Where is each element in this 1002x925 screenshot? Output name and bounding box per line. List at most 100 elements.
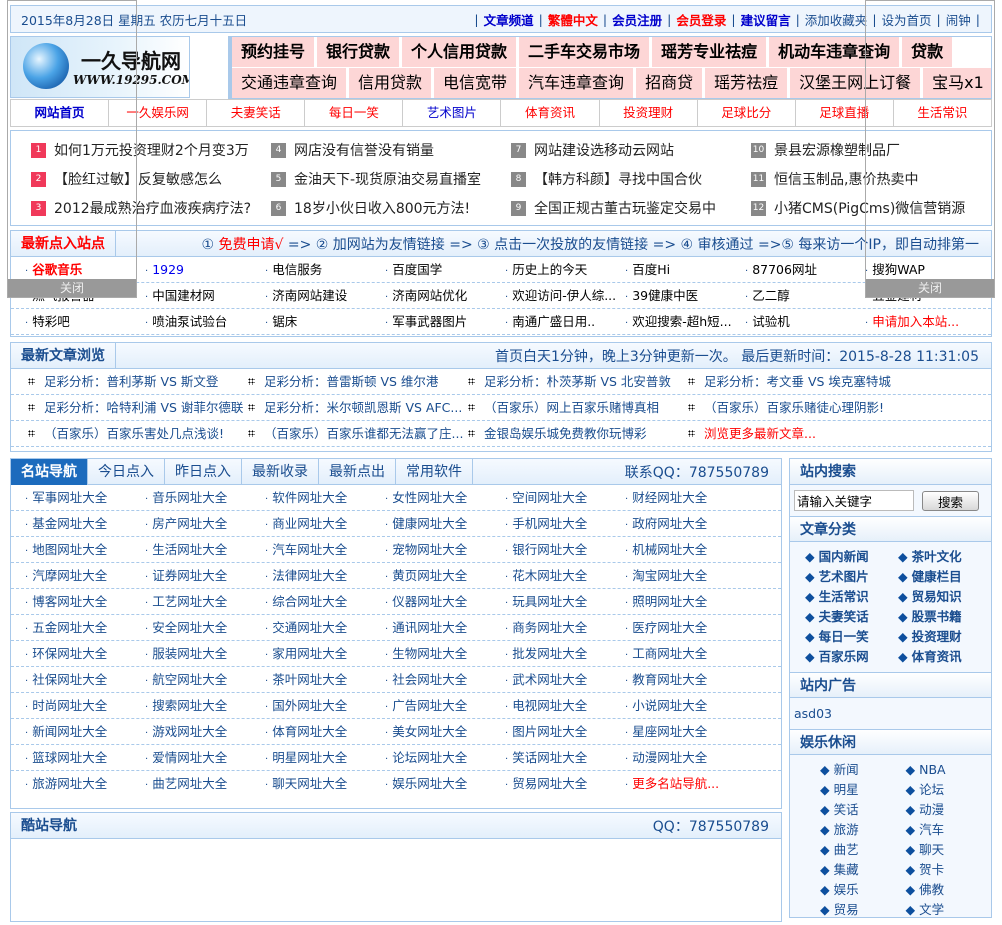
hot-item[interactable]: 5 金油天下-现货原油交易直播室 [271, 169, 481, 189]
site-link[interactable]: · 试验机 [745, 309, 790, 337]
category-link[interactable]: · 社会网址大全 [385, 667, 467, 695]
tab[interactable]: 最新点出 [319, 459, 396, 485]
category-item[interactable]: ◆ 国内新闻 [805, 548, 898, 566]
close-button[interactable]: 关闭 [866, 279, 994, 297]
site-link[interactable]: · 百度Hi [625, 257, 670, 285]
site-link[interactable]: · 特彩吧 [25, 309, 70, 337]
category-link[interactable]: · 照明网址大全 [625, 589, 707, 617]
category-link[interactable]: · 女性网址大全 [385, 485, 467, 513]
category-link[interactable]: · 广告网址大全 [385, 693, 467, 721]
category-link[interactable]: · 黄页网址大全 [385, 563, 467, 591]
category-item[interactable]: ◆ 贸易知识 [898, 588, 991, 606]
site-link[interactable]: · 南通广盛日用.. [505, 309, 595, 337]
category-item[interactable]: ◆ 投资理财 [898, 628, 991, 646]
category-item[interactable]: ◆ 艺术图片 [805, 568, 898, 586]
category-link[interactable]: · 音乐网址大全 [145, 485, 227, 513]
hot-item[interactable]: 6 18岁小伙日收入800元方法! [271, 198, 470, 218]
fun-item[interactable]: ◆ 娱乐 [820, 881, 906, 899]
fun-item[interactable]: ◆ 旅游 [820, 821, 906, 839]
category-link[interactable]: · 证券网址大全 [145, 563, 227, 591]
category-item[interactable]: ◆ 生活常识 [805, 588, 898, 606]
category-link[interactable]: · 笑话网址大全 [505, 745, 587, 773]
top-link[interactable]: 文章频道 [484, 10, 534, 29]
fun-item[interactable]: ◆ 曲艺 [820, 841, 906, 859]
ad-link[interactable]: 信用贷款 [349, 68, 432, 98]
hot-item[interactable]: 4 网店没有信誉没有销量 [271, 140, 434, 160]
category-link[interactable]: · 小说网址大全 [625, 693, 707, 721]
search-input[interactable] [794, 490, 914, 511]
category-link[interactable]: · 基金网址大全 [25, 511, 107, 539]
category-item[interactable]: ◆ 百家乐网 [805, 648, 898, 666]
hot-item[interactable]: 7 网站建设选移动云网站 [511, 140, 674, 160]
category-link[interactable]: · 批发网址大全 [505, 641, 587, 669]
category-link[interactable]: · 法律网址大全 [265, 563, 347, 591]
category-link[interactable]: · 茶叶网址大全 [265, 667, 347, 695]
category-link[interactable]: · 安全网址大全 [145, 615, 227, 643]
article-link[interactable]: （百家乐）网上百家乐赌博真相 [468, 395, 659, 421]
top-link[interactable]: 会员注册 [612, 10, 662, 29]
site-link[interactable]: · 乙二醇 [745, 283, 790, 311]
category-item[interactable]: ◆ 股票书籍 [898, 608, 991, 626]
category-link[interactable]: · 旅游网址大全 [25, 771, 107, 799]
tab[interactable]: 昨日点入 [165, 459, 242, 485]
category-link[interactable]: · 武术网址大全 [505, 667, 587, 695]
category-link[interactable]: · 宠物网址大全 [385, 537, 467, 565]
ad-link[interactable]: 二手车交易市场 [519, 37, 650, 67]
ad-link[interactable]: 预约挂号 [232, 37, 315, 67]
hot-item[interactable]: 8 【韩方科颜】寻找中国合伙 [511, 169, 702, 189]
fun-item[interactable]: ◆ 贸易 [820, 901, 906, 919]
fun-item[interactable]: ◆ 笑话 [820, 801, 906, 819]
category-link[interactable]: · 软件网址大全 [265, 485, 347, 513]
category-link[interactable]: · 空间网址大全 [505, 485, 587, 513]
category-link[interactable]: · 淘宝网址大全 [625, 563, 707, 591]
category-link[interactable]: · 航空网址大全 [145, 667, 227, 695]
category-link[interactable]: · 汽摩网址大全 [25, 563, 107, 591]
site-link[interactable]: · 申请加入本站... [865, 309, 959, 337]
nav-item[interactable]: 足球比分 [698, 100, 796, 126]
fun-item[interactable]: ◆ NBA [906, 761, 992, 779]
site-link[interactable]: · 39健康中医 [625, 283, 698, 311]
nav-item[interactable]: 投资理财 [600, 100, 698, 126]
category-link[interactable]: · 搜索网址大全 [145, 693, 227, 721]
fun-item[interactable]: ◆ 论坛 [906, 781, 992, 799]
category-link[interactable]: · 环保网址大全 [25, 641, 107, 669]
article-link[interactable]: 足彩分析：哈特利浦 VS 谢菲尔德联 [28, 395, 243, 421]
category-link[interactable]: · 花木网址大全 [505, 563, 587, 591]
article-link[interactable]: （百家乐）百家乐赌徒心理阴影! [688, 395, 884, 421]
ad-link[interactable]: 电信宽带 [434, 68, 517, 98]
article-link[interactable]: 足彩分析：普雷斯顿 VS 维尔港 [248, 369, 438, 395]
category-link[interactable]: · 政府网址大全 [625, 511, 707, 539]
tab[interactable]: 最新收录 [242, 459, 319, 485]
ad-text[interactable]: asd03 [790, 698, 991, 729]
fun-item[interactable]: ◆ 贺卡 [906, 861, 992, 879]
category-link[interactable]: · 明星网址大全 [265, 745, 347, 773]
category-link[interactable]: · 工艺网址大全 [145, 589, 227, 617]
site-link[interactable]: · 87706网址 [745, 257, 817, 285]
category-item[interactable]: ◆ 健康栏目 [898, 568, 991, 586]
hot-item[interactable]: 9 全国正规古董古玩鉴定交易中 [511, 198, 716, 218]
category-link[interactable]: · 体育网址大全 [265, 719, 347, 747]
article-link[interactable]: 浏览更多最新文章... [688, 421, 816, 447]
ad-link[interactable]: 瑶芳祛痘 [705, 68, 788, 98]
category-link[interactable]: · 交通网址大全 [265, 615, 347, 643]
article-link[interactable]: 足彩分析：普利茅斯 VS 斯文登 [28, 369, 218, 395]
category-link[interactable]: · 军事网址大全 [25, 485, 107, 513]
ad-link[interactable]: 汽车违章查询 [519, 68, 634, 98]
category-link[interactable]: · 汽车网址大全 [265, 537, 347, 565]
fun-item[interactable]: ◆ 新闻 [820, 761, 906, 779]
site-link[interactable]: · 军事武器图片 [385, 309, 467, 337]
fun-item[interactable]: ◆ 动漫 [906, 801, 992, 819]
category-link[interactable]: · 游戏网址大全 [145, 719, 227, 747]
category-link[interactable]: · 动漫网址大全 [625, 745, 707, 773]
category-link[interactable]: · 财经网址大全 [625, 485, 707, 513]
category-item[interactable]: ◆ 每日一笑 [805, 628, 898, 646]
tab[interactable]: 今日点入 [88, 459, 165, 485]
tab[interactable]: 常用软件 [396, 459, 473, 485]
site-link[interactable]: · 欢迎搜索-超h短... [625, 309, 732, 337]
category-link[interactable]: · 五金网址大全 [25, 615, 107, 643]
category-link[interactable]: · 机械网址大全 [625, 537, 707, 565]
ad-link[interactable]: 瑶芳专业祛痘 [652, 37, 767, 67]
site-link[interactable]: · 欢迎访问-伊人综... [505, 283, 616, 311]
fun-item[interactable]: ◆ 汽车 [906, 821, 992, 839]
article-link[interactable]: 足彩分析：朴茨茅斯 VS 北安普敦 [468, 369, 671, 395]
